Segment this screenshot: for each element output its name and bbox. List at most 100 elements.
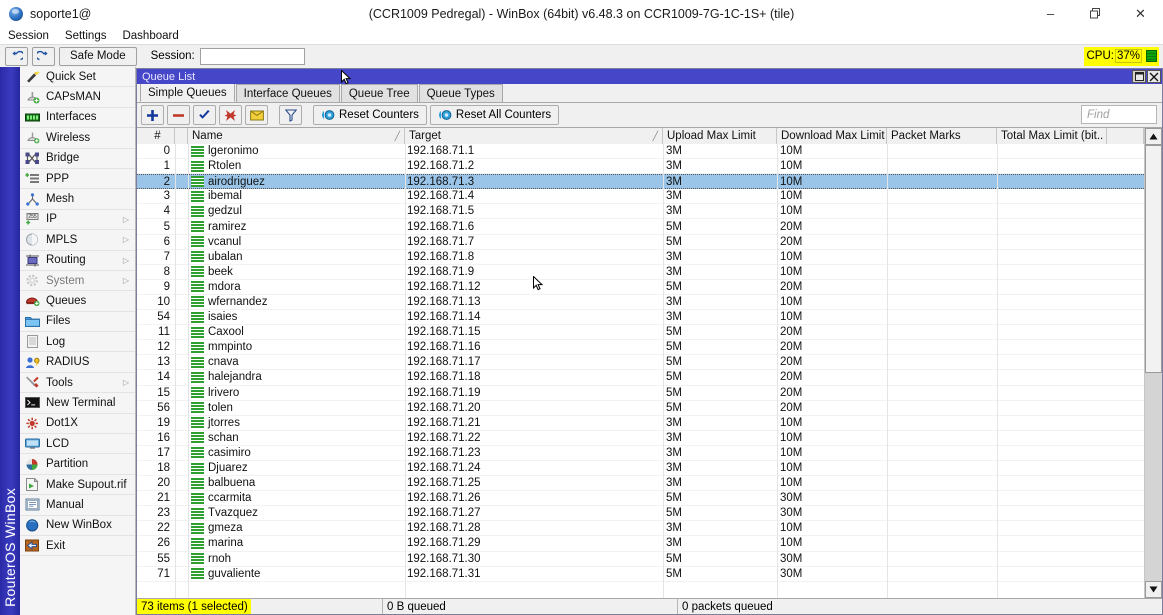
queue-close-button[interactable] (1147, 70, 1161, 83)
sidebar-item-bridge[interactable]: Bridge (20, 149, 135, 169)
sidebar-item-radius[interactable]: RADIUS (20, 352, 135, 372)
sidebar-item-partition[interactable]: Partition (20, 454, 135, 474)
sidebar-item-new-winbox[interactable]: New WinBox (20, 516, 135, 536)
session-input[interactable] (200, 48, 305, 65)
table-row[interactable]: 11Caxool192.168.71.155M20M (137, 325, 1144, 340)
table-row[interactable]: 71guvaliente192.168.71.315M30M (137, 567, 1144, 582)
cell-download-max-limit: 10M (777, 415, 887, 430)
undo-button[interactable] (5, 47, 28, 66)
table-row[interactable]: 55rnoh192.168.71.305M30M (137, 552, 1144, 567)
table-row[interactable]: 13cnava192.168.71.175M20M (137, 355, 1144, 370)
cell-target: 192.168.71.26 (405, 491, 663, 506)
tab-queue-types[interactable]: Queue Types (419, 84, 503, 102)
redo-button[interactable] (32, 47, 55, 66)
sidebar-item-files[interactable]: Files (20, 312, 135, 332)
sidebar-item-ppp[interactable]: PPP (20, 169, 135, 189)
column-header-num[interactable]: # (137, 128, 175, 144)
cell-upload-max-limit: 3M (663, 294, 777, 309)
table-row[interactable]: 5ramirez192.168.71.65M20M (137, 219, 1144, 234)
sidebar-label: LCD (46, 438, 69, 450)
table-row[interactable]: 19jtorres192.168.71.213M10M (137, 416, 1144, 431)
queue-maximize-button[interactable] (1132, 70, 1146, 83)
reset-counters-button[interactable]: Reset Counters (313, 105, 427, 125)
scroll-down-button[interactable] (1145, 581, 1162, 598)
tab-simple-queues[interactable]: Simple Queues (140, 83, 235, 102)
terminal-icon (24, 395, 41, 410)
close-button[interactable]: ✕ (1118, 0, 1163, 27)
sidebar-item-interfaces[interactable]: Interfaces (20, 108, 135, 128)
vertical-scrollbar[interactable] (1144, 128, 1162, 598)
sidebar-item-capsman[interactable]: CAPsMAN (20, 87, 135, 107)
sidebar-item-ip[interactable]: 255 IP ▷ (20, 210, 135, 230)
table-row[interactable]: 26marina192.168.71.293M10M (137, 536, 1144, 551)
table-row[interactable]: 1Rtolen192.168.71.23M10M (137, 159, 1144, 174)
column-header-total-max-limit[interactable]: Total Max Limit (bit.. (997, 128, 1107, 144)
menu-session[interactable]: Session (8, 30, 49, 42)
table-row[interactable]: 7ubalan192.168.71.83M10M (137, 250, 1144, 265)
disable-queue-button[interactable] (219, 105, 242, 125)
table-row[interactable]: 0lgeronimo192.168.71.13M10M (137, 144, 1144, 159)
table-row[interactable]: 2airodriguez192.168.71.33M10M (137, 174, 1144, 189)
table-row[interactable]: 6vcanul192.168.71.75M20M (137, 235, 1144, 250)
table-row[interactable]: 16schan192.168.71.223M10M (137, 431, 1144, 446)
sidebar-item-wireless[interactable]: Wireless (20, 128, 135, 148)
tab-queue-tree[interactable]: Queue Tree (341, 84, 418, 102)
scrollbar-track[interactable] (1145, 145, 1162, 581)
sidebar-item-system[interactable]: System ▷ (20, 271, 135, 291)
table-row[interactable]: 54isaies192.168.71.143M10M (137, 310, 1144, 325)
enable-queue-button[interactable] (193, 105, 216, 125)
table-row[interactable]: 18Djuarez192.168.71.243M10M (137, 461, 1144, 476)
sidebar-item-routing[interactable]: Routing ▷ (20, 251, 135, 271)
safe-mode-button[interactable]: Safe Mode (59, 47, 137, 66)
column-header-upload[interactable]: Upload Max Limit (663, 128, 777, 144)
column-header-download[interactable]: Download Max Limit (777, 128, 887, 144)
table-row[interactable]: 20balbuena192.168.71.253M10M (137, 476, 1144, 491)
find-input[interactable]: Find (1081, 105, 1157, 124)
sidebar-item-exit[interactable]: Exit (20, 536, 135, 556)
table-row[interactable]: 23Tvazquez192.168.71.275M30M (137, 506, 1144, 521)
reset-all-counters-button[interactable]: Reset All Counters (430, 105, 559, 125)
cell-target: 192.168.71.19 (405, 385, 663, 400)
menu-settings[interactable]: Settings (65, 30, 107, 42)
add-queue-button[interactable] (141, 105, 164, 125)
comment-button[interactable] (245, 105, 268, 125)
sidebar-item-mpls[interactable]: MPLS ▷ (20, 230, 135, 250)
minimize-button[interactable]: – (1028, 0, 1073, 27)
table-row[interactable]: 9mdora192.168.71.125M20M (137, 280, 1144, 295)
main-toolbar: Safe Mode Session: CPU: 37% (0, 44, 1163, 67)
sidebar-item-make-supout[interactable]: Make Supout.rif (20, 475, 135, 495)
sidebar-item-mesh[interactable]: Mesh (20, 189, 135, 209)
restore-button[interactable] (1073, 0, 1118, 27)
table-row[interactable]: 3ibemal192.168.71.43M10M (137, 189, 1144, 204)
table-row[interactable]: 15lrivero192.168.71.195M20M (137, 386, 1144, 401)
remove-queue-button[interactable] (167, 105, 190, 125)
table-row[interactable]: 8beek192.168.71.93M10M (137, 265, 1144, 280)
table-row[interactable]: 17casimiro192.168.71.233M10M (137, 446, 1144, 461)
tab-interface-queues[interactable]: Interface Queues (236, 84, 340, 102)
table-row[interactable]: 10wfernandez192.168.71.133M10M (137, 295, 1144, 310)
scroll-up-button[interactable] (1145, 128, 1162, 145)
table-row[interactable]: 21ccarmita192.168.71.265M30M (137, 491, 1144, 506)
sidebar-item-tools[interactable]: Tools ▷ (20, 373, 135, 393)
column-header-packet-marks[interactable]: Packet Marks (887, 128, 997, 144)
sidebar-item-new-terminal[interactable]: New Terminal (20, 393, 135, 413)
sidebar-item-quick-set[interactable]: Quick Set (20, 67, 135, 87)
sidebar-item-dot1x[interactable]: Dot1X (20, 414, 135, 434)
scrollbar-thumb[interactable] (1145, 145, 1162, 373)
sidebar-item-log[interactable]: Log (20, 332, 135, 352)
table-row[interactable]: 12mmpinto192.168.71.165M20M (137, 340, 1144, 355)
sidebar-item-queues[interactable]: Queues (20, 291, 135, 311)
menu-dashboard[interactable]: Dashboard (122, 30, 178, 42)
table-row[interactable]: 56tolen192.168.71.205M20M (137, 401, 1144, 416)
table-row[interactable]: 14halejandra192.168.71.185M20M (137, 370, 1144, 385)
queue-window-titlebar[interactable]: Queue List (137, 69, 1162, 84)
sidebar-item-manual[interactable]: Manual (20, 495, 135, 515)
filter-button[interactable] (279, 105, 302, 125)
table-row[interactable]: 22gmeza192.168.71.283M10M (137, 521, 1144, 536)
cell-flag (175, 445, 188, 460)
queue-table-body[interactable]: 0lgeronimo192.168.71.13M10M1Rtolen192.16… (137, 144, 1144, 598)
column-header-target[interactable]: Target ╱ (405, 128, 663, 144)
column-header-name[interactable]: Name ╱ (188, 128, 405, 144)
table-row[interactable]: 4gedzul192.168.71.53M10M (137, 204, 1144, 219)
sidebar-item-lcd[interactable]: LCD (20, 434, 135, 454)
